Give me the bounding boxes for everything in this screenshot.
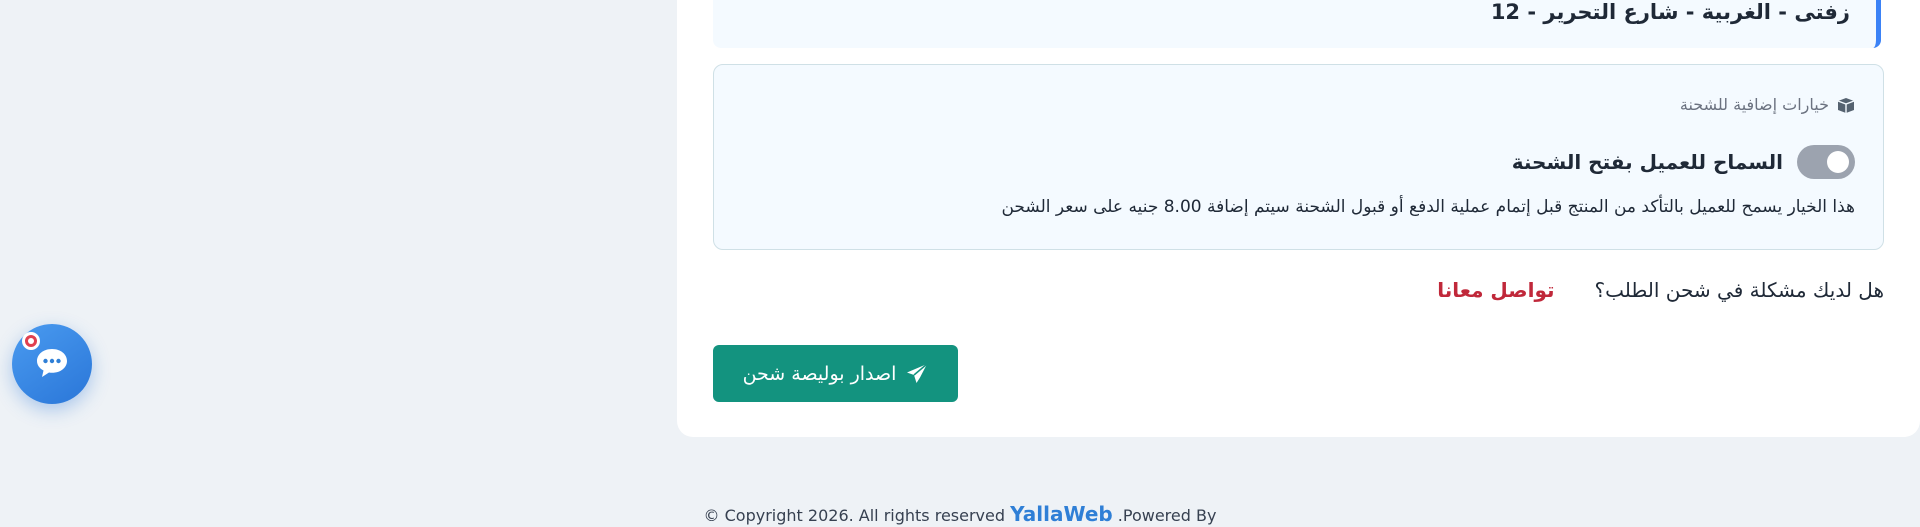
- toggle-knob: [1827, 151, 1849, 173]
- open-shipment-toggle[interactable]: [1797, 145, 1855, 179]
- help-question: هل لديك مشكلة في شحن الطلب؟: [1594, 278, 1885, 302]
- address-box: زفتى - الغربية - شارع التحرير - 12: [713, 0, 1881, 48]
- notification-dot-icon: [22, 332, 40, 350]
- footer-brand-link[interactable]: YallaWeb: [1010, 502, 1113, 526]
- help-row: هل لديك مشكلة في شحن الطلب؟ تواصل معانا: [1437, 278, 1884, 302]
- box-icon: [1837, 97, 1855, 113]
- shipment-options-title-text: خيارات إضافية للشحنة: [1679, 95, 1829, 114]
- footer-powered-by: .Powered By: [1117, 506, 1217, 525]
- chat-button[interactable]: [12, 324, 92, 404]
- paper-plane-icon: [906, 362, 928, 385]
- shipment-options-box: خيارات إضافية للشحنة السماح للعميل بفتح …: [713, 64, 1884, 250]
- open-shipment-toggle-label: السماح للعميل بفتح الشحنة: [1511, 150, 1783, 174]
- address-text: زفتى - الغربية - شارع التحرير - 12: [1490, 0, 1850, 24]
- footer-copyright: © Copyright 2026. All rights reserved: [703, 506, 1006, 525]
- chat-bubble-icon: [35, 347, 69, 382]
- open-shipment-description: هذا الخيار يسمح للعميل بالتأكد من المنتج…: [1001, 197, 1855, 217]
- shipment-options-title: خيارات إضافية للشحنة: [1680, 95, 1855, 114]
- footer: © Copyright 2026. All rights reserved Ya…: [0, 502, 1920, 526]
- issue-waybill-button[interactable]: اصدار بوليصة شحن: [713, 345, 958, 402]
- contact-us-link[interactable]: تواصل معانا: [1437, 278, 1554, 302]
- issue-waybill-label: اصدار بوليصة شحن: [742, 362, 897, 385]
- open-shipment-toggle-row: السماح للعميل بفتح الشحنة: [1512, 145, 1855, 179]
